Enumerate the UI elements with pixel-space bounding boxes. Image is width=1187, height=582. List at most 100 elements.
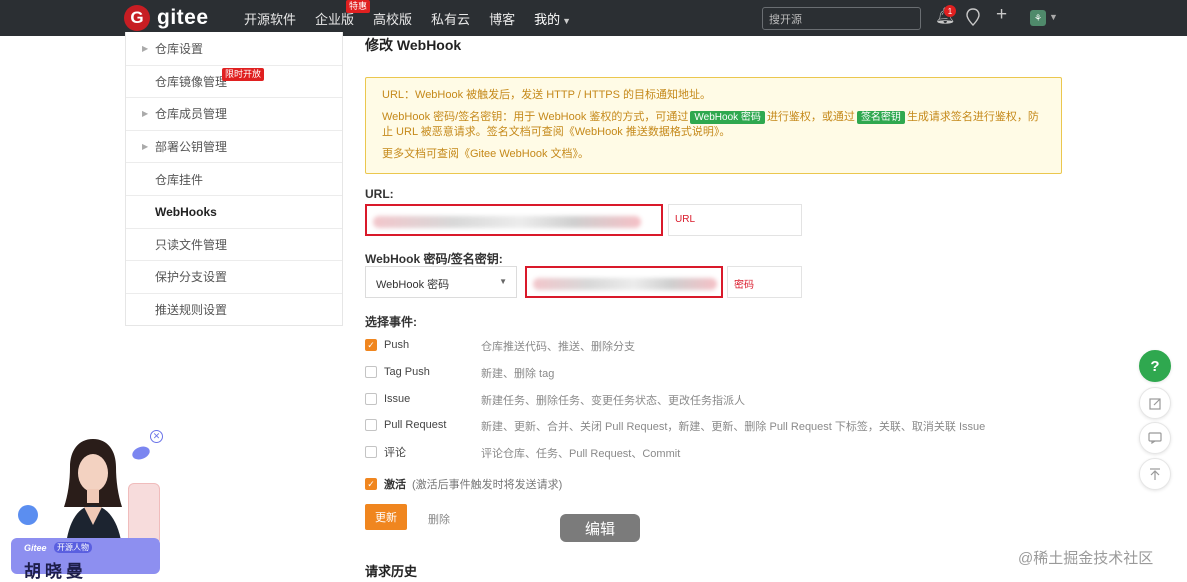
sidebar-item-label: 仓库成员管理 (155, 107, 228, 122)
edit-icon[interactable] (1139, 387, 1171, 419)
nav-enterprise-badge: 特惠 (346, 0, 371, 13)
event-name: 评论 (384, 447, 406, 459)
notice-url-line: URL：WebHook 被触发后，发送 HTTP / HTTPS 的目标通知地址… (382, 89, 712, 101)
sidebar-item-deploy-keys[interactable]: ▶ 部署公钥管理 (126, 129, 342, 163)
gitee-brand-text: gitee (157, 6, 209, 29)
gitee-logo[interactable]: G gitee (124, 5, 209, 31)
chevron-down-icon: ▼ (499, 277, 507, 286)
limited-badge: 限时开放 (222, 67, 265, 81)
help-icon[interactable]: ? (1139, 350, 1171, 382)
url-label: URL: (365, 187, 394, 201)
page-title: 修改 WebHook (365, 37, 462, 53)
chevron-right-icon: ▶ (142, 43, 149, 53)
sidebar-item-label: 保护分支设置 (155, 270, 228, 285)
event-name: Issue (384, 393, 411, 405)
chevron-down-icon[interactable]: ▼ (1049, 12, 1058, 22)
webhook-password-tag: WebHook 密码 (690, 111, 765, 124)
comment-icon[interactable] (1139, 422, 1171, 454)
secret-type-value: WebHook 密码 (376, 279, 450, 291)
gitee-logo-mark: G (124, 5, 150, 31)
back-to-top-icon[interactable] (1139, 458, 1171, 490)
sidebar-item-repo-settings[interactable]: ▶ 仓库设置 (126, 32, 342, 65)
event-desc: 新建任务、删除任务、变更任务状态、更改任务指派人 (481, 395, 745, 407)
url-input[interactable] (365, 204, 663, 236)
chevron-down-icon: ▼ (562, 15, 572, 26)
redacted-url (373, 216, 641, 228)
sidebar-item-webhooks[interactable]: WebHooks (126, 194, 342, 228)
update-button[interactable]: 更新 (365, 504, 407, 530)
sidebar-item-label: 推送规则设置 (155, 303, 228, 318)
sidebar-item-mirror[interactable]: 仓库镜像管理 限时开放 (126, 64, 342, 98)
nav-mine[interactable]: 我的 ▼ (534, 9, 571, 28)
nav-open-source[interactable]: 开源软件 (244, 9, 296, 28)
activate-toggle[interactable]: ✓ 激活 (激活后事件触发时将发送请求) (365, 476, 562, 492)
decor-keyboard (128, 483, 160, 545)
event-name: Pull Request (384, 419, 447, 431)
nav-enterprise[interactable]: 企业版 特惠 (315, 0, 371, 28)
event-desc: 新建、更新、合并、关闭 Pull Request，新建、更新、删除 Pull R… (481, 421, 986, 433)
search-input[interactable]: 搜开源 (762, 7, 921, 30)
secret-input[interactable] (525, 266, 723, 298)
event-name: Tag Push (384, 366, 430, 378)
nav-enterprise-label: 企业版 (315, 11, 355, 27)
nav-mine-label: 我的 (534, 11, 561, 27)
sidebar-item-label: 只读文件管理 (155, 237, 228, 252)
nav-education[interactable]: 高校版 (373, 9, 412, 28)
plus-icon[interactable]: + (996, 5, 1007, 24)
nav-private-cloud[interactable]: 私有云 (431, 9, 470, 28)
chevron-right-icon: ▶ (142, 109, 149, 119)
sidebar-item-widgets[interactable]: 仓库挂件 (126, 162, 342, 195)
sidebar-item-protected-branches[interactable]: 保护分支设置 (126, 260, 342, 293)
secret-annotation: 密码 (727, 266, 802, 298)
sidebar-item-label: WebHooks (155, 204, 217, 219)
events-label: 选择事件: (365, 315, 417, 329)
watermark: @稀土掘金技术社区 (1018, 550, 1154, 567)
promo-widget[interactable]: ✕ Gitee 开源人物 胡晓曼 (0, 425, 170, 581)
sidebar-item-label: 仓库镜像管理 (155, 74, 228, 89)
event-push[interactable]: ✓ Push (365, 337, 409, 353)
sidebar-item-label: 仓库设置 (155, 41, 204, 56)
activate-checkbox[interactable]: ✓ (365, 478, 377, 490)
event-tag-push[interactable]: Tag Push (365, 364, 430, 380)
info-notice: URL：WebHook 被触发后，发送 HTTP / HTTPS 的目标通知地址… (365, 77, 1062, 174)
edit-button[interactable]: 编辑 (560, 514, 640, 542)
event-desc: 新建、删除 tag (481, 368, 555, 380)
notice-text: 进行鉴权，或通过 (766, 111, 855, 123)
notice-secret-line: WebHook 密码/签名密钥：用于 WebHook 鉴权的方式，可通过 WebH… (382, 110, 1045, 140)
promo-tag: 开源人物 (54, 542, 92, 553)
signing-key-tag: 签名密钥 (856, 111, 905, 124)
chevron-right-icon: ▶ (142, 142, 149, 152)
pull-request-checkbox[interactable] (365, 419, 377, 431)
activate-label: 激活 (384, 479, 406, 491)
main-nav: 开源软件 企业版 特惠 高校版 私有云 博客 我的 ▼ (244, 0, 590, 36)
redacted-secret (533, 278, 717, 290)
event-pull-request[interactable]: Pull Request (365, 417, 446, 433)
sidebar-item-readonly-files[interactable]: 只读文件管理 (126, 227, 342, 261)
sidebar-item-members[interactable]: ▶ 仓库成员管理 (126, 97, 342, 130)
activate-hint: (激活后事件触发时将发送请求) (412, 479, 563, 491)
event-desc: 评论仓库、任务、Pull Request、Commit (481, 448, 681, 460)
decor-bubble (18, 505, 38, 525)
url-annotation: URL (668, 204, 802, 236)
promo-name: 胡晓曼 (24, 562, 87, 581)
comment-checkbox[interactable] (365, 446, 377, 458)
sidebar-item-label: 仓库挂件 (155, 172, 204, 187)
tag-push-checkbox[interactable] (365, 366, 377, 378)
event-desc: 仓库推送代码、推送、删除分支 (481, 341, 635, 353)
sidebar-item-push-rules[interactable]: 推送规则设置 (126, 292, 342, 326)
push-checkbox[interactable]: ✓ (365, 339, 377, 351)
issue-checkbox[interactable] (365, 393, 377, 405)
nav-blog[interactable]: 博客 (489, 9, 515, 28)
avatar[interactable]: ⚘ (1030, 10, 1046, 26)
location-icon[interactable] (965, 8, 981, 31)
secret-type-select[interactable]: WebHook 密码 ▼ (365, 266, 517, 298)
event-issue[interactable]: Issue (365, 391, 410, 407)
delete-button[interactable]: 删除 (428, 511, 450, 527)
event-comment[interactable]: 评论 (365, 444, 406, 460)
notice-docs-line[interactable]: 更多文档可查阅《Gitee WebHook 文档》。 (382, 147, 1045, 162)
settings-sidebar: ▶ 仓库设置 仓库镜像管理 限时开放 ▶ 仓库成员管理 ▶ 部署公钥管理 仓库挂件 We… (125, 32, 343, 327)
close-icon[interactable]: ✕ (150, 430, 163, 443)
sidebar-item-label: 部署公钥管理 (155, 140, 228, 155)
request-history-title: 请求历史 (365, 564, 418, 579)
top-navbar: G gitee 开源软件 企业版 特惠 高校版 私有云 博客 我的 ▼ 搜开源 🔔︎… (0, 0, 1187, 36)
